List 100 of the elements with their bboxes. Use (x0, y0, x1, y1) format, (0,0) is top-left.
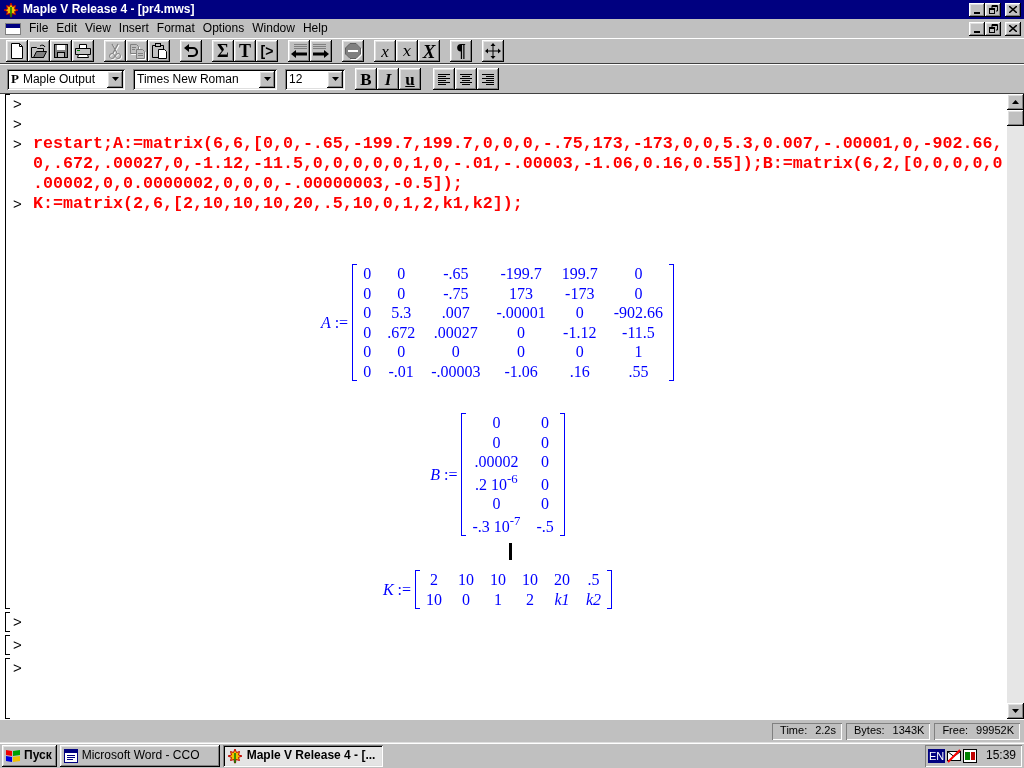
matrix-cell-text: 0 (362, 303, 373, 323)
matrix-cell-text: 0 (362, 361, 373, 381)
new-button[interactable] (6, 40, 28, 62)
scroll-down-button[interactable] (1007, 703, 1024, 719)
restore-icon (988, 24, 998, 33)
window-minimize-button[interactable] (969, 2, 985, 17)
undo-icon (184, 44, 198, 58)
matrix-cell-text: .00027 (432, 322, 479, 342)
align-left-icon (438, 73, 450, 85)
underline-button[interactable]: u (399, 68, 421, 90)
document-close-button[interactable] (1005, 21, 1021, 36)
matrix-cell-text: .672 (386, 322, 417, 342)
save-button[interactable] (50, 40, 72, 62)
align-left-button[interactable] (433, 68, 455, 90)
window-restore-button[interactable] (985, 2, 1001, 17)
paste-button[interactable] (148, 40, 170, 62)
prompt-button[interactable]: [> (256, 40, 278, 62)
sigma-button[interactable]: Σ (212, 40, 234, 62)
matrix-cell-text: -.00003 (430, 361, 482, 381)
menu-item[interactable]: Window (248, 20, 299, 37)
menu-item[interactable]: Edit (52, 20, 82, 37)
input-code: restart;A:=matrix(6,6,[0,0,-.65,-199.7,199.7,0,0,0,-.75,173,-173,0,0,5.3,0.007,-.00001,0,-902.66,0,.672,.00027,0,-1.12,-11.5,0,0,0,0,0,1,0,-.01,-.00003,-1.06,0.16,0.55]);B:=matrix(6,2,[0,0,0,0,0.00002,0,0.0000002,0,0,0,-.00000003,-0.5]); (33, 134, 1003, 194)
italic-button[interactable]: I (377, 68, 399, 90)
bold-button[interactable]: B (355, 68, 377, 90)
matrix-cell-text: 1 (493, 589, 503, 610)
dropdown-button[interactable] (327, 70, 343, 88)
input-code: K:=matrix(2,6,[2,10,10,10,20,.5,10,0,1,2,k1,k2]); (33, 194, 524, 214)
caret-up-icon (1012, 100, 1019, 104)
script-x-button[interactable]: x (396, 40, 418, 62)
page-icon (10, 43, 24, 59)
align-center-button[interactable] (455, 68, 477, 90)
matrix-cell-text: -.01 (387, 361, 415, 381)
move-button[interactable] (482, 40, 504, 62)
menu-item[interactable]: Help (298, 20, 332, 37)
scissors-icon (109, 43, 121, 59)
menu-item[interactable]: Insert (114, 20, 153, 37)
dropdown-button[interactable] (259, 70, 275, 88)
matrix-cell-text: 0 (461, 589, 471, 610)
menu-item[interactable]: View (81, 20, 115, 37)
menu-item[interactable]: File (25, 20, 53, 37)
paragraph-style-dropdown[interactable]: P Maple Output (7, 68, 125, 90)
matrix-cell-text: .5 (586, 570, 601, 590)
matrix-cell-text: 10 (489, 570, 507, 590)
scroll-up-button[interactable] (1007, 94, 1024, 110)
language-indicator[interactable]: EN (928, 748, 946, 763)
prompt: > (13, 195, 22, 212)
prompt: > (13, 135, 22, 152)
matrix-cell-text: 2 (525, 589, 535, 610)
text-mode-button[interactable]: T (234, 40, 256, 62)
align-right-button[interactable] (477, 68, 499, 90)
minimize-icon (974, 11, 980, 14)
matrix-cell-text: -1.12 (562, 322, 598, 342)
matrix-cell-text: -1.06 (503, 361, 539, 381)
minimize-icon (974, 30, 980, 33)
tray-program-icon (963, 748, 978, 763)
open-button[interactable] (28, 40, 50, 62)
matrix-cell-text: 0 (362, 264, 373, 284)
leaf-icon (3, 1, 19, 18)
status-label: Bytes: (854, 724, 885, 738)
undo-button[interactable] (180, 40, 202, 62)
restore-icon (988, 5, 998, 14)
font-dropdown[interactable]: Times New Roman (133, 68, 277, 90)
print-button[interactable] (72, 40, 94, 62)
font-size-dropdown[interactable]: 12 (285, 68, 345, 90)
status-value: 99952K (976, 724, 1014, 738)
matrix-cell-text: 20 (553, 570, 571, 590)
menu-item[interactable]: Format (152, 20, 199, 37)
paragraph-button[interactable]: ¶ (450, 40, 472, 62)
vertical-scrollbar[interactable] (1007, 94, 1024, 719)
caret-icon (111, 77, 119, 81)
close-icon (1009, 6, 1017, 13)
taskbar-button[interactable]: Microsoft Word - CCO (59, 744, 220, 767)
start-button[interactable]: Пуск (2, 744, 57, 767)
align-center-icon (460, 73, 472, 85)
window-menu-icon[interactable] (5, 22, 21, 35)
caret-icon (263, 77, 271, 81)
matrix-cell-text: -.65 (442, 264, 470, 284)
prompt: > (13, 115, 22, 132)
outdent-button[interactable] (288, 40, 310, 62)
window-title: Maple V Release 4 - [pr4.mws] (23, 2, 195, 17)
bold-x-button[interactable]: X (418, 40, 440, 62)
pages-icon (129, 43, 145, 59)
scroll-thumb[interactable] (1007, 110, 1024, 126)
document-restore-button[interactable] (985, 21, 1001, 36)
matrix-cell-text: 0 (362, 342, 373, 362)
menu-item[interactable]: Options (198, 20, 249, 37)
document-minimize-button[interactable] (969, 21, 985, 36)
italic-x-button[interactable]: x (374, 40, 396, 62)
matrix-cell-text: .007 (440, 303, 471, 323)
move-arrows-icon (485, 43, 501, 59)
crossed-envelope-icon (947, 748, 962, 763)
dropdown-button[interactable] (107, 70, 123, 88)
matrix-cell-text: 0 (362, 283, 373, 303)
taskbar-button[interactable]: Maple V Release 4 - [... (222, 744, 383, 767)
matrix-cell-text: -173 (564, 283, 596, 303)
indent-button[interactable] (310, 40, 332, 62)
status-label: Free: (942, 724, 969, 738)
matrix-cell-text: 199.7 (560, 264, 599, 284)
window-close-button[interactable] (1005, 2, 1021, 17)
stop-sign-icon (345, 43, 361, 59)
